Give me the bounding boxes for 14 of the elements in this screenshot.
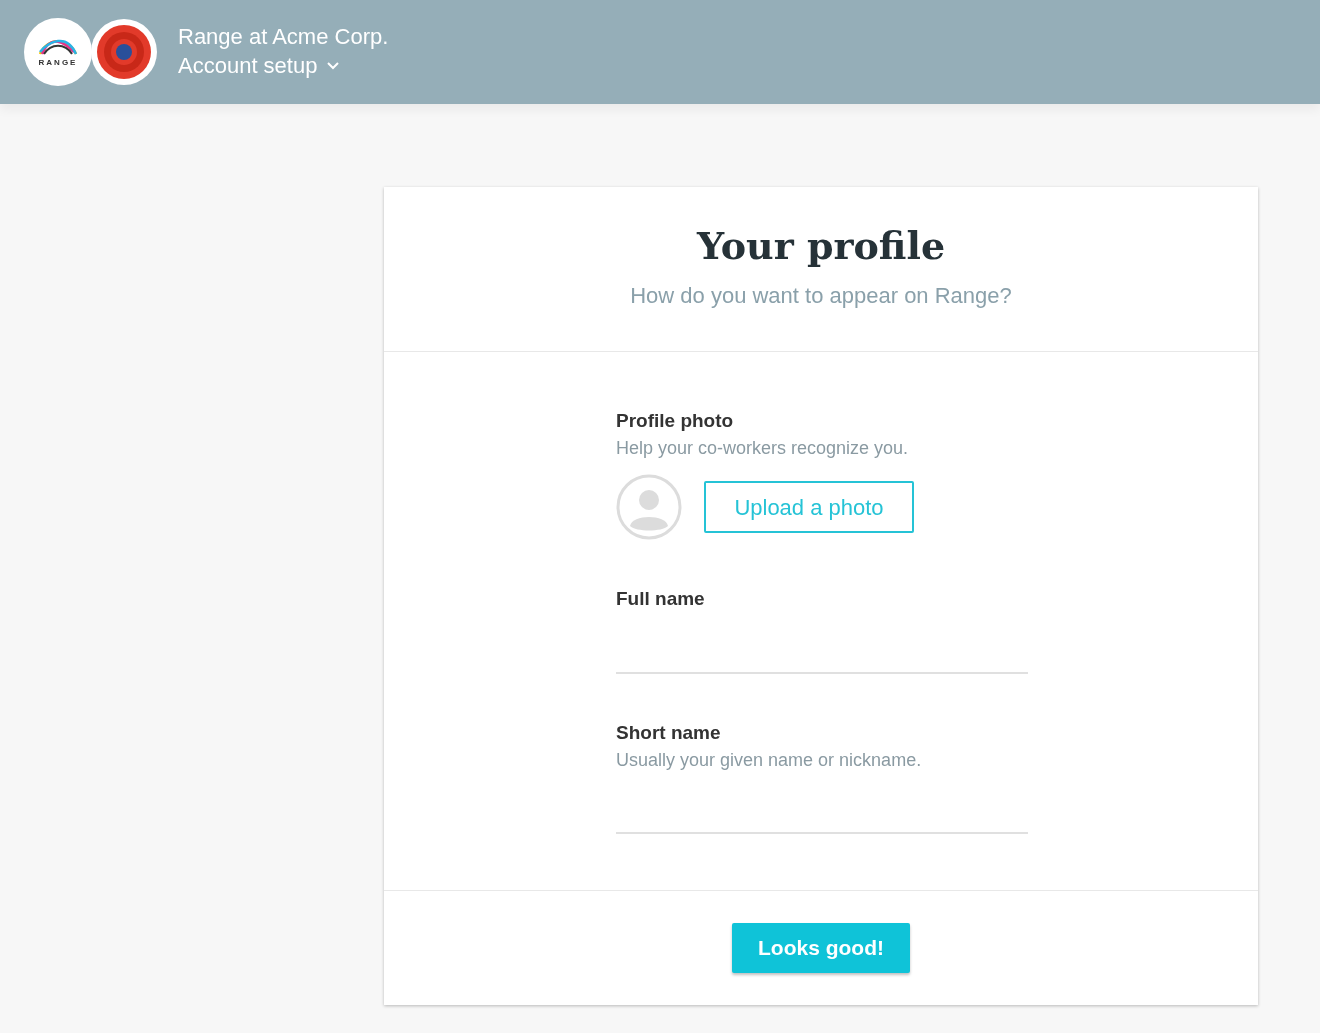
- field-label: Profile photo: [616, 409, 735, 433]
- submit-button[interactable]: Looks good!: [732, 923, 910, 973]
- workspace-title: Range at Acme Corp.: [178, 23, 389, 51]
- card-title: Your profile: [696, 222, 946, 270]
- logo-text: RANGE: [38, 57, 78, 69]
- field-hint: Help your co-workers recognize you.: [616, 437, 910, 460]
- chevron-down-icon: [327, 62, 340, 70]
- account-setup-dropdown[interactable]: Account setup: [178, 51, 389, 81]
- field-label: Full name: [616, 587, 706, 611]
- upload-photo-button[interactable]: Upload a photo: [704, 481, 914, 533]
- avatar-placeholder-icon: [616, 474, 682, 540]
- card-subtitle: How do you want to appear on Range?: [630, 282, 1012, 310]
- field-hint: Usually your given name or nickname.: [616, 749, 923, 772]
- field-label: Short name: [616, 721, 722, 745]
